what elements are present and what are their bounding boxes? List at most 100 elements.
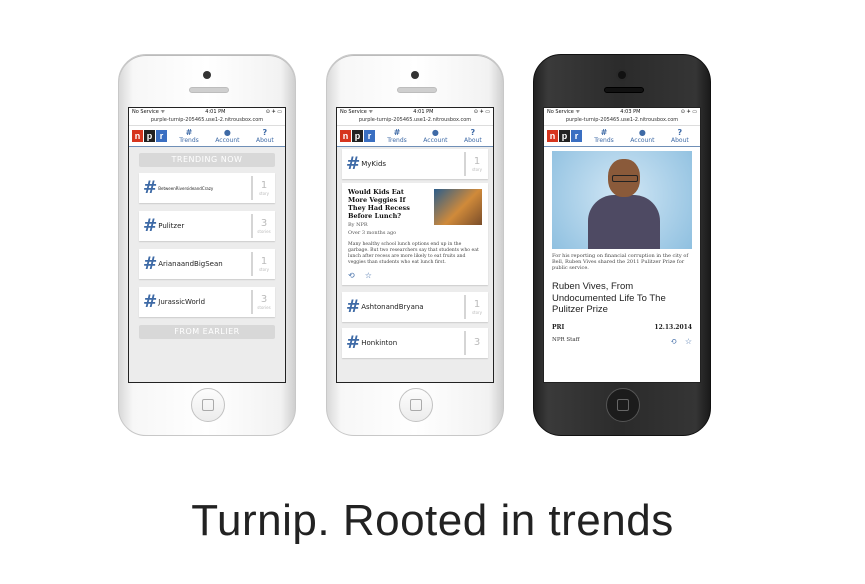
count-number: 3 [473,337,481,348]
retweet-icon[interactable]: ⟲ [670,337,677,346]
status-bar: No Service ᯤ 4:03 PM ⊙ ✈ ▭ [544,108,700,117]
trend-item[interactable]: # MyKids 1 story [342,149,488,179]
trend-name: ArianaandBigSean [158,260,223,268]
star-icon[interactable]: ☆ [365,271,372,280]
trend-item[interactable]: # ArianaandBigSean 1 story [139,249,275,279]
article-actions: ⟲ ☆ [670,337,692,346]
logo-letter: p [559,130,570,142]
nav-about[interactable]: ? About [256,128,274,144]
retweet-icon[interactable]: ⟲ [348,271,355,280]
phone-2: No Service ᯤ 4:01 PM ⊙ ✈ ▭ purple-turnip… [326,54,504,436]
logo-letter: r [364,130,375,142]
nav-label: About [463,137,482,144]
npr-logo[interactable]: n p r [547,130,582,142]
carrier-label: No Service ᯤ [340,109,374,115]
nav-label: Trends [387,137,407,144]
npr-logo[interactable]: n p r [132,130,167,142]
trending-now-banner: TRENDING NOW [139,153,275,167]
logo-letter: n [132,130,143,142]
help-icon: ? [470,128,476,137]
address-bar[interactable]: purple-turnip-205465.use1-2.nitrousbox.c… [129,117,285,126]
trend-name: Pulitzer [158,222,185,230]
article-card[interactable]: Would Kids Eat More Veggies If They Had … [342,183,488,285]
hashtag-icon: # [393,128,401,137]
carrier-label: No Service ᯤ [547,109,581,115]
article-footer: NPR Staff ⟲ ☆ [552,337,692,346]
nav-label: Trends [179,137,199,144]
story-count: 1 story [464,295,488,319]
nav-bar: # Trends ● Account ? About [586,128,697,144]
status-bar: No Service ᯤ 4:01 PM ⊙ ✈ ▭ [129,108,285,117]
address-bar[interactable]: purple-turnip-205465.use1-2.nitrousbox.c… [544,117,700,126]
hashtag-icon: # [346,333,361,353]
story-count: 1 story [464,152,488,176]
article-view: For his reporting on financial corruptio… [544,147,700,382]
nav-bar: # Trends ● Account ? About [171,128,282,144]
user-icon: ● [223,128,231,137]
nav-label: Account [630,137,655,144]
nav-about[interactable]: ? About [464,128,482,144]
article-thumbnail [434,189,482,225]
address-bar[interactable]: purple-turnip-205465.use1-2.nitrousbox.c… [337,117,493,126]
home-button[interactable] [399,388,433,422]
nav-label: Account [215,137,240,144]
article-headline[interactable]: Ruben Vives, From Undocumented Life To T… [552,281,692,316]
trend-item[interactable]: # AshtonandBryana 1 story [342,292,488,322]
nav-account[interactable]: ● Account [215,128,239,144]
nav-about[interactable]: ? About [671,128,689,144]
home-button[interactable] [606,388,640,422]
nav-label: About [670,137,689,144]
trend-name: MyKids [361,160,387,168]
count-unit: story [471,309,483,315]
nav-label: Account [423,137,448,144]
nav-account[interactable]: ● Account [630,128,654,144]
hashtag-icon: # [143,254,158,274]
npr-logo[interactable]: n p r [340,130,375,142]
clock: 4:01 PM [205,109,226,115]
home-button[interactable] [191,388,225,422]
trend-item[interactable]: # Honkinton 3 [342,328,488,358]
hashtag-icon: # [346,154,361,174]
count-number: 3 [260,217,268,229]
article-title[interactable]: Would Kids Eat More Veggies If They Had … [348,188,424,220]
earpiece-speaker [189,87,229,93]
app-header: n p r # Trends ● Account ? About [544,126,700,148]
user-icon: ● [638,128,646,137]
trend-name: JurassicWorld [158,298,206,306]
status-icons: ⊙ ✈ ▭ [680,109,697,115]
count-number: 1 [260,179,268,191]
count-number: 1 [473,155,481,167]
nav-label: About [255,137,274,144]
count-unit: story [258,266,270,272]
status-bar: No Service ᯤ 4:01 PM ⊙ ✈ ▭ [337,108,493,117]
trend-detail: # MyKids 1 story Would Kids Eat More Vegg… [337,147,493,382]
user-icon: ● [431,128,439,137]
clock: 4:03 PM [620,109,641,115]
hashtag-icon: # [143,292,158,312]
logo-letter: p [352,130,363,142]
clock: 4:01 PM [413,109,434,115]
story-count: 1 story [251,252,275,276]
nav-trends[interactable]: # Trends [594,128,614,144]
nav-trends[interactable]: # Trends [387,128,407,144]
trend-item[interactable]: # JurassicWorld 3 stories [139,287,275,317]
count-unit: story [471,166,483,172]
status-icons: ⊙ ✈ ▭ [473,109,490,115]
hashtag-icon: # [600,128,608,137]
logo-letter: n [340,130,351,142]
photo-caption: For his reporting on financial corruptio… [552,253,689,271]
star-icon[interactable]: ☆ [685,337,692,346]
hashtag-icon: # [143,178,158,198]
from-earlier-banner: FROM EARLIER [139,325,275,339]
count-unit: story [258,190,270,196]
trend-item[interactable]: # BetweenRiversideandCrazy 1 story [139,173,275,203]
nav-trends[interactable]: # Trends [179,128,199,144]
logo-letter: r [571,130,582,142]
app-header: n p r # Trends ● Account ? About [337,126,493,148]
count-unit: stories [257,304,271,310]
nav-account[interactable]: ● Account [423,128,447,144]
trend-item[interactable]: # Pulitzer 3 stories [139,211,275,241]
hashtag-icon: # [346,297,361,317]
help-icon: ? [262,128,268,137]
story-count: 1 story [251,176,275,200]
